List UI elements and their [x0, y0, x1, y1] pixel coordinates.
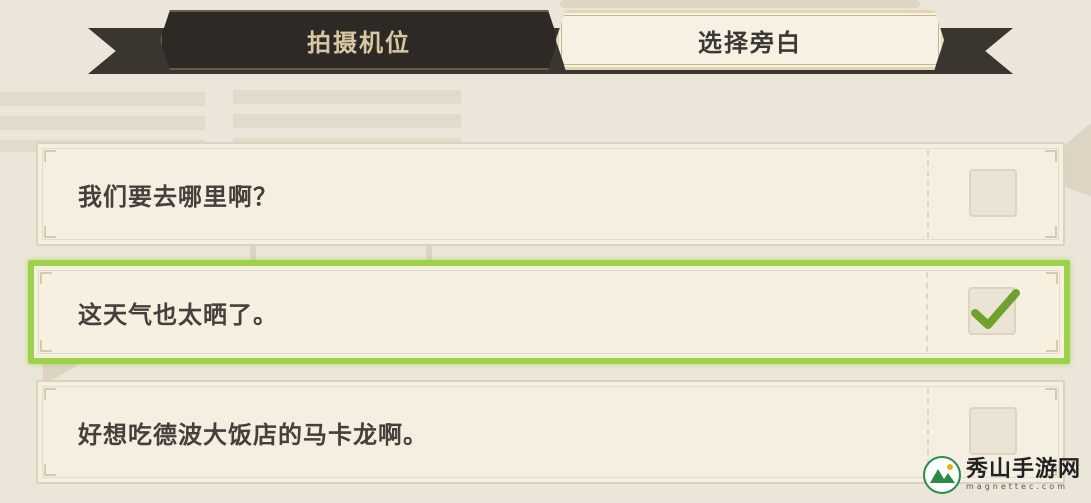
corner-ornament [1046, 272, 1058, 284]
corner-ornament [1045, 388, 1057, 400]
watermark-title: 秀山手游网 [966, 457, 1082, 482]
tab-select-narration[interactable]: 选择旁白 [556, 10, 944, 70]
narration-option-selected[interactable]: 这天气也太晒了。 [28, 260, 1070, 364]
option-text: 这天气也太晒了。 [78, 300, 278, 329]
tab-camera-position[interactable]: 拍摄机位 [160, 10, 558, 70]
corner-ornament [44, 464, 56, 476]
tab-label: 选择旁白 [698, 28, 802, 57]
narration-option[interactable]: 我们要去哪里啊？ [36, 142, 1065, 246]
corner-ornament [44, 388, 56, 400]
corner-ornament [40, 340, 52, 352]
corner-ornament [1046, 340, 1058, 352]
option-text: 我们要去哪里啊？ [78, 182, 278, 211]
divider [927, 150, 929, 238]
check-icon [971, 289, 1020, 329]
corner-ornament [44, 226, 56, 238]
site-logo-icon [923, 456, 961, 494]
corner-ornament [40, 272, 52, 284]
corner-ornament [1045, 150, 1057, 162]
corner-ornament [1045, 226, 1057, 238]
tab-label: 拍摄机位 [307, 28, 411, 57]
corner-ornament [44, 150, 56, 162]
watermark-subtitle: magnettec.com [966, 482, 1068, 491]
option-text: 好想吃德波大饭店的马卡龙啊。 [78, 420, 428, 449]
option-checkbox[interactable] [969, 169, 1017, 217]
background-shape [560, 0, 920, 8]
background-stripes [233, 90, 461, 150]
watermark: 秀山手游网 magnettec.com [922, 453, 1087, 497]
narration-option[interactable]: 好想吃德波大饭店的马卡龙啊。 [36, 380, 1065, 484]
divider [926, 272, 928, 352]
option-checkbox[interactable] [968, 287, 1020, 335]
option-checkbox[interactable] [969, 407, 1017, 455]
